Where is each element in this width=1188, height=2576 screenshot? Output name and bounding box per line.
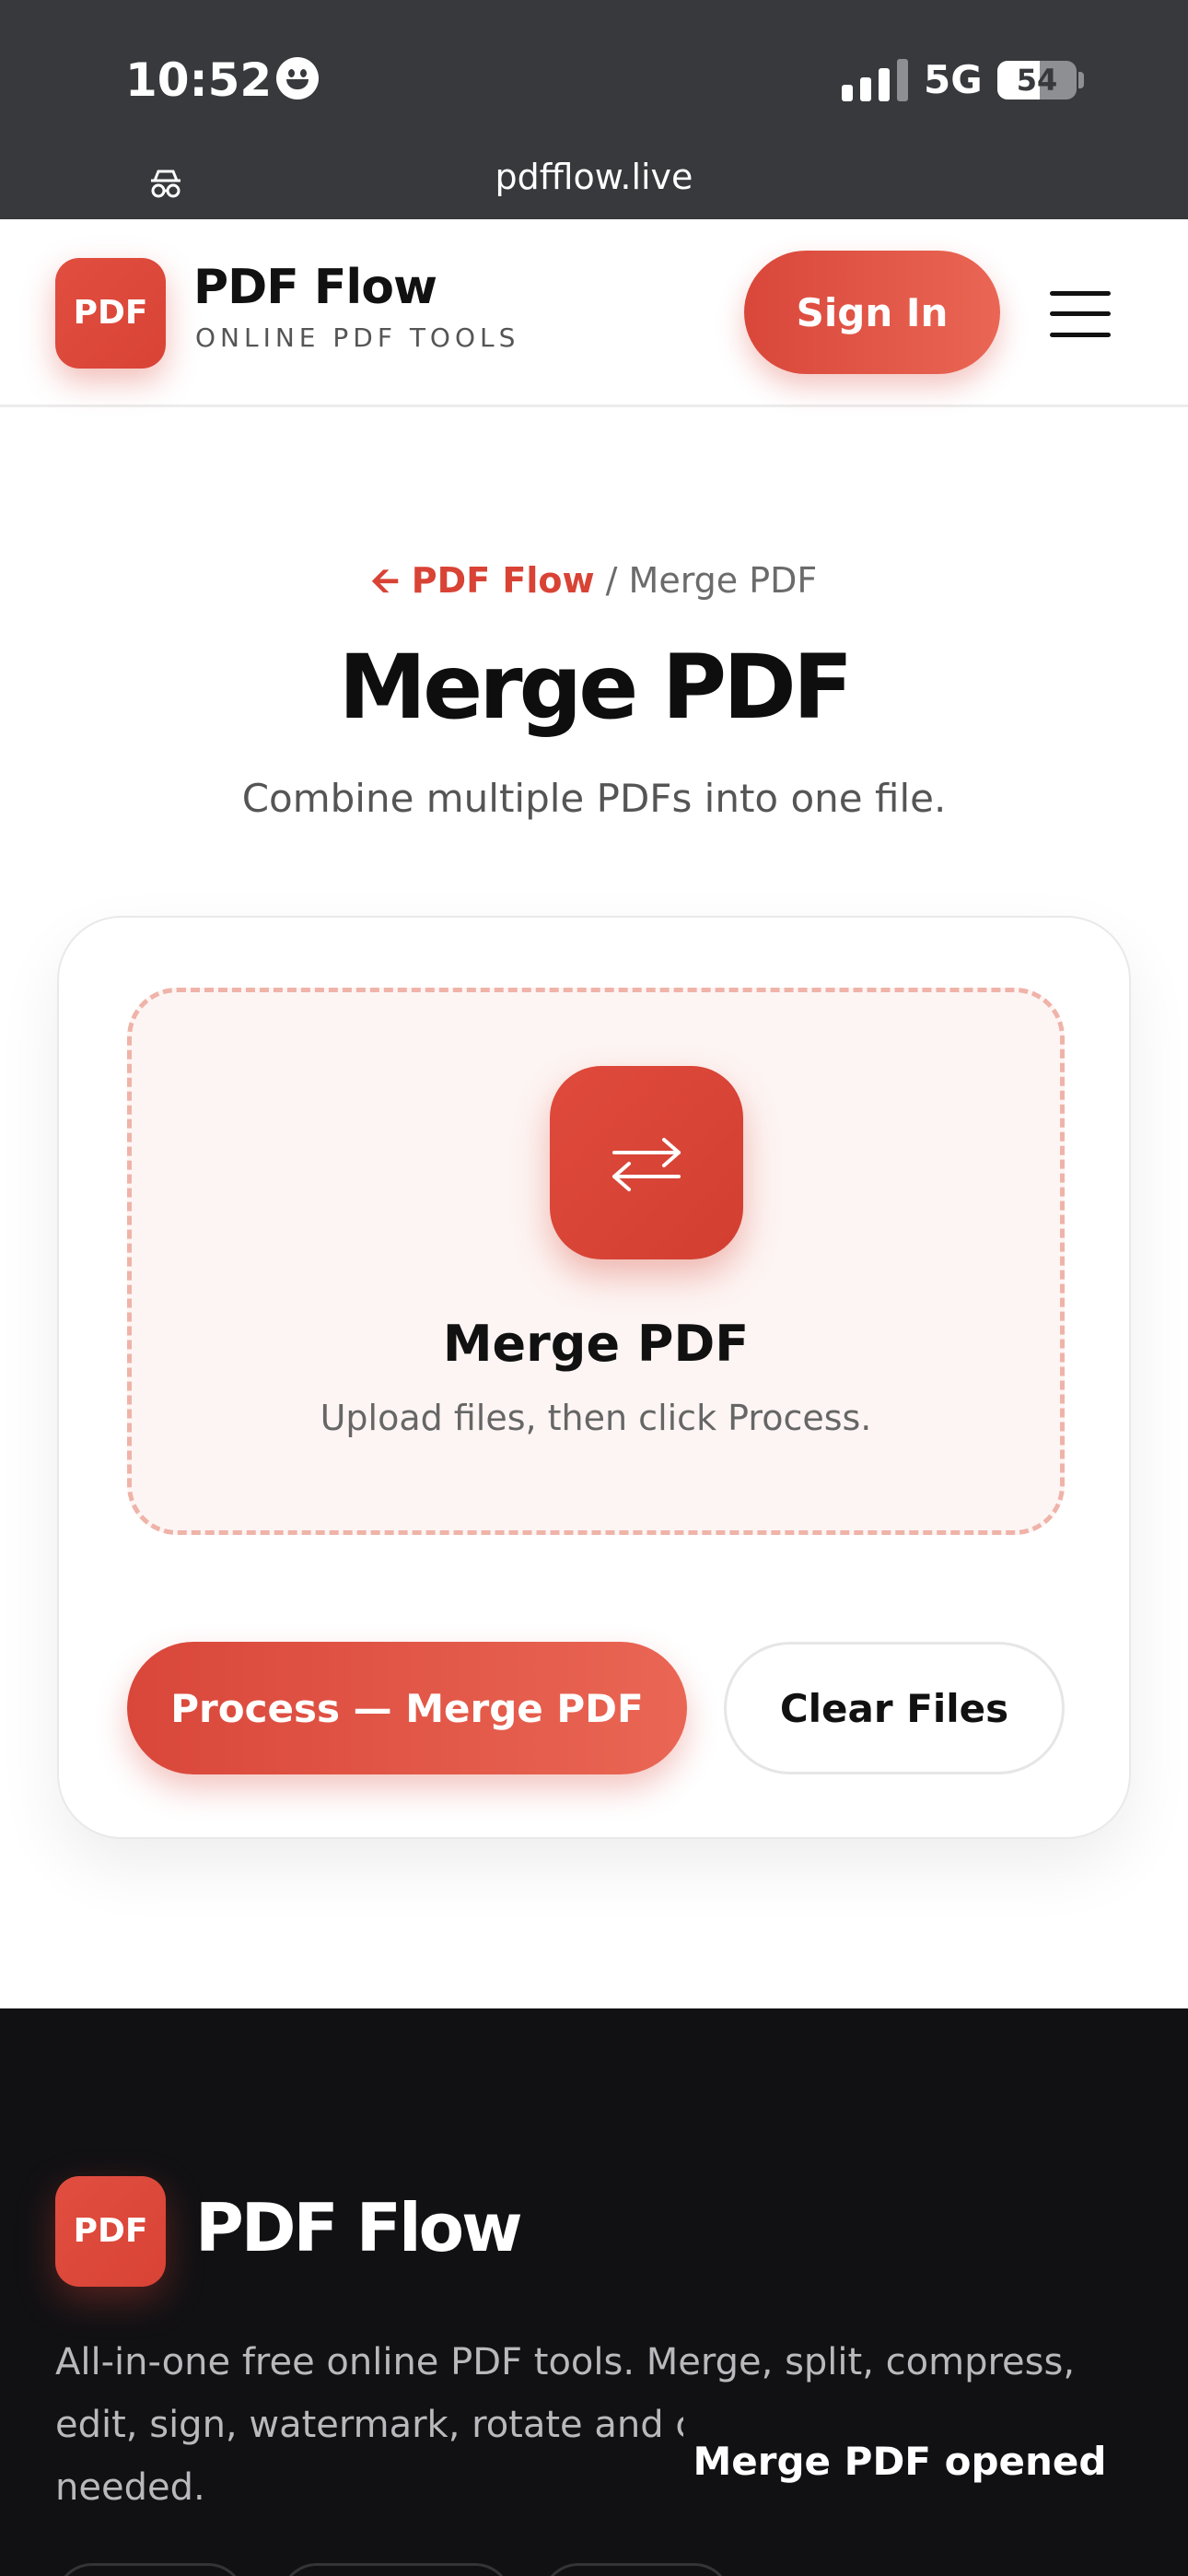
page-title: Merge PDF <box>338 636 854 739</box>
toast-notification: Merge PDF opened <box>683 2416 1116 2508</box>
battery-level: 54 <box>1016 63 1058 98</box>
footer-links-row <box>55 2563 1142 2576</box>
logo-badge[interactable]: PDF <box>55 258 166 369</box>
breadcrumb: 🡨 PDF Flow / Merge PDF <box>0 555 1188 615</box>
breadcrumb-back-link[interactable]: 🡨 PDF Flow <box>371 560 595 601</box>
battery-tip <box>1078 72 1084 88</box>
cellular-signal-icon <box>842 59 908 101</box>
clear-files-button[interactable]: Clear Files <box>724 1642 1065 1774</box>
dropzone-hint: Upload files, then click Process. <box>320 1398 872 1438</box>
process-button[interactable]: Process — Merge PDF <box>127 1642 687 1774</box>
status-time: 10:52 <box>125 53 273 107</box>
arrow-left-icon: 🡨 <box>370 560 412 601</box>
site-header: PDF PDF Flow ONLINE PDF TOOLS Sign In <box>0 219 1188 407</box>
battery-icon: 54 <box>997 61 1077 100</box>
footer-link-pill[interactable] <box>280 2563 512 2576</box>
file-dropzone[interactable]: Merge PDF Upload files, then click Proce… <box>127 988 1065 1535</box>
breadcrumb-separator: / <box>594 560 629 601</box>
sign-in-button[interactable]: Sign In <box>744 251 1000 374</box>
footer-link-pill[interactable] <box>542 2563 731 2576</box>
dropzone-title: Merge PDF <box>442 1315 750 1373</box>
breadcrumb-back-label: PDF Flow <box>411 560 595 601</box>
footer-brand-name: PDF Flow <box>195 2189 523 2266</box>
tool-card: Merge PDF Upload files, then click Proce… <box>57 916 1131 1839</box>
network-type: 5G <box>924 57 983 102</box>
status-bar: 10:52 5G 54 pdfflow.live <box>0 0 1188 219</box>
footer-link-pill[interactable] <box>55 2563 245 2576</box>
brand-name[interactable]: PDF Flow <box>193 260 437 315</box>
footer-logo-badge[interactable]: PDF <box>55 2176 166 2287</box>
brand-tagline: ONLINE PDF TOOLS <box>195 322 520 353</box>
hamburger-menu-icon[interactable] <box>1050 291 1111 337</box>
footer-description-end: needed. <box>55 2466 205 2509</box>
address-bar-url[interactable]: pdfflow.live <box>0 157 1188 197</box>
smiley-icon <box>276 57 319 100</box>
page-subtitle: Combine multiple PDFs into one file. <box>241 776 947 821</box>
swap-arrows-icon <box>550 1066 743 1259</box>
breadcrumb-current: Merge PDF <box>628 560 818 601</box>
